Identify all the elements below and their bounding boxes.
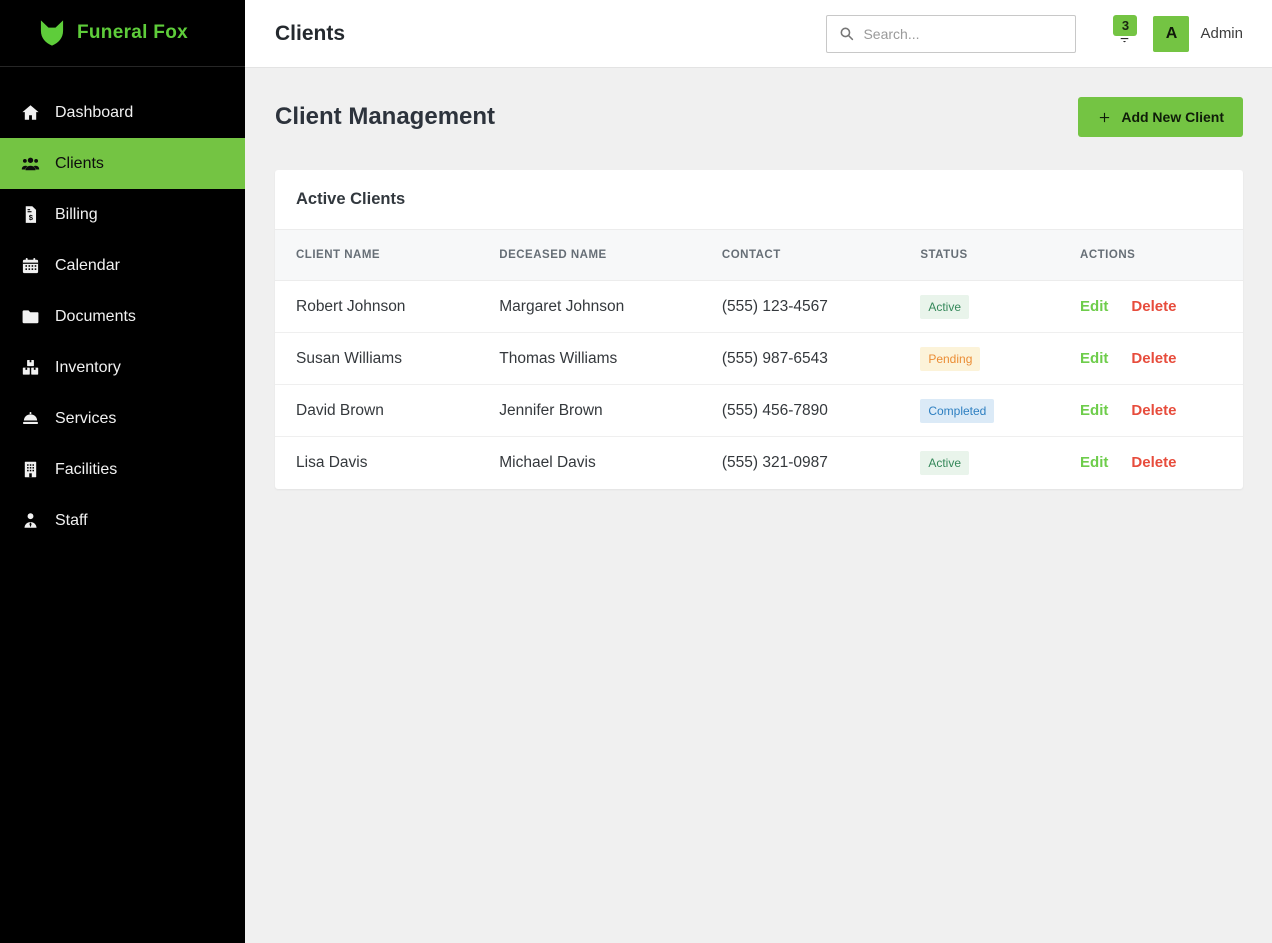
deceased-name-cell: Margaret Johnson — [478, 281, 701, 333]
concierge-bell-icon — [20, 409, 40, 428]
folder-icon — [20, 307, 40, 326]
delete-link[interactable]: Delete — [1131, 350, 1176, 367]
card-title: Active Clients — [275, 170, 1243, 229]
sidebar-item-label: Clients — [55, 155, 104, 173]
sidebar-item-calendar[interactable]: Calendar — [0, 240, 245, 291]
column-header-deceased-name: DECEASED NAME — [478, 230, 701, 281]
main-area: Clients 3 A Admin Client Management — [245, 0, 1272, 943]
plus-icon — [1097, 110, 1112, 125]
file-invoice-dollar-icon: $ — [20, 205, 40, 224]
fox-logo-icon — [38, 19, 66, 47]
app-root: Funeral Fox Dashboard Clients $ Billing — [0, 0, 1272, 943]
page-head: Client Management Add New Client — [275, 97, 1243, 137]
delete-link[interactable]: Delete — [1131, 298, 1176, 315]
sidebar-item-billing[interactable]: $ Billing — [0, 189, 245, 240]
sidebar-item-clients[interactable]: Clients — [0, 138, 245, 189]
edit-link[interactable]: Edit — [1080, 454, 1108, 471]
notification-count-badge: 3 — [1113, 15, 1137, 36]
add-new-client-label: Add New Client — [1121, 109, 1224, 125]
brand-name: Funeral Fox — [77, 22, 188, 44]
sidebar-item-inventory[interactable]: Inventory — [0, 342, 245, 393]
user-tie-icon — [20, 511, 40, 530]
delete-link[interactable]: Delete — [1131, 402, 1176, 419]
table-row: Robert Johnson Margaret Johnson (555) 12… — [275, 281, 1243, 333]
sidebar-item-dashboard[interactable]: Dashboard — [0, 87, 245, 138]
topbar: Clients 3 A Admin — [245, 0, 1272, 68]
contact-cell: (555) 321-0987 — [701, 437, 899, 489]
search-input[interactable] — [855, 26, 1075, 42]
active-clients-card: Active Clients CLIENT NAME DECEASED NAME… — [275, 170, 1243, 489]
sidebar-item-label: Facilities — [55, 461, 117, 479]
table-row: Susan Williams Thomas Williams (555) 987… — [275, 333, 1243, 385]
content: Client Management Add New Client Active … — [245, 68, 1272, 943]
search-box — [826, 15, 1076, 53]
client-name-cell: Lisa Davis — [275, 437, 478, 489]
table-header-row: CLIENT NAME DECEASED NAME CONTACT STATUS… — [275, 230, 1243, 281]
contact-cell: (555) 123-4567 — [701, 281, 899, 333]
search-icon — [838, 25, 855, 42]
sidebar-item-label: Services — [55, 410, 116, 428]
sidebar-item-label: Documents — [55, 308, 136, 326]
table-row: Lisa Davis Michael Davis (555) 321-0987 … — [275, 437, 1243, 489]
client-name-cell: Susan Williams — [275, 333, 478, 385]
home-icon — [20, 103, 40, 122]
sidebar-item-label: Billing — [55, 206, 98, 224]
client-name-cell: Robert Johnson — [275, 281, 478, 333]
edit-link[interactable]: Edit — [1080, 350, 1108, 367]
status-badge: Pending — [920, 347, 980, 371]
topbar-title: Clients — [275, 22, 345, 46]
contact-cell: (555) 987-6543 — [701, 333, 899, 385]
user-name: Admin — [1200, 25, 1243, 42]
status-badge: Active — [920, 451, 969, 475]
sidebar: Funeral Fox Dashboard Clients $ Billing — [0, 0, 245, 943]
column-header-actions: ACTIONS — [1059, 230, 1243, 281]
topbar-right: 3 A Admin — [826, 12, 1243, 56]
avatar[interactable]: A — [1153, 16, 1189, 52]
users-icon — [20, 154, 40, 173]
building-icon — [20, 460, 40, 479]
clients-table: CLIENT NAME DECEASED NAME CONTACT STATUS… — [275, 229, 1243, 489]
notifications-button[interactable]: 3 — [1112, 12, 1138, 56]
sidebar-item-facilities[interactable]: Facilities — [0, 444, 245, 495]
calendar-icon — [20, 256, 40, 275]
deceased-name-cell: Michael Davis — [478, 437, 701, 489]
deceased-name-cell: Jennifer Brown — [478, 385, 701, 437]
deceased-name-cell: Thomas Williams — [478, 333, 701, 385]
sidebar-item-staff[interactable]: Staff — [0, 495, 245, 546]
sidebar-item-label: Staff — [55, 512, 88, 530]
contact-cell: (555) 456-7890 — [701, 385, 899, 437]
column-header-contact: CONTACT — [701, 230, 899, 281]
boxes-icon — [20, 358, 40, 377]
edit-link[interactable]: Edit — [1080, 402, 1108, 419]
sidebar-item-services[interactable]: Services — [0, 393, 245, 444]
edit-link[interactable]: Edit — [1080, 298, 1108, 315]
page-title: Client Management — [275, 103, 495, 131]
sidebar-nav: Dashboard Clients $ Billing Calendar — [0, 67, 245, 546]
sidebar-item-documents[interactable]: Documents — [0, 291, 245, 342]
sidebar-item-label: Inventory — [55, 359, 121, 377]
sidebar-item-label: Dashboard — [55, 104, 133, 122]
status-badge: Completed — [920, 399, 994, 423]
delete-link[interactable]: Delete — [1131, 454, 1176, 471]
column-header-status: STATUS — [899, 230, 1059, 281]
column-header-client-name: CLIENT NAME — [275, 230, 478, 281]
brand-logo: Funeral Fox — [0, 0, 245, 67]
sidebar-item-label: Calendar — [55, 257, 120, 275]
client-name-cell: David Brown — [275, 385, 478, 437]
add-new-client-button[interactable]: Add New Client — [1078, 97, 1243, 137]
table-row: David Brown Jennifer Brown (555) 456-789… — [275, 385, 1243, 437]
status-badge: Active — [920, 295, 969, 319]
